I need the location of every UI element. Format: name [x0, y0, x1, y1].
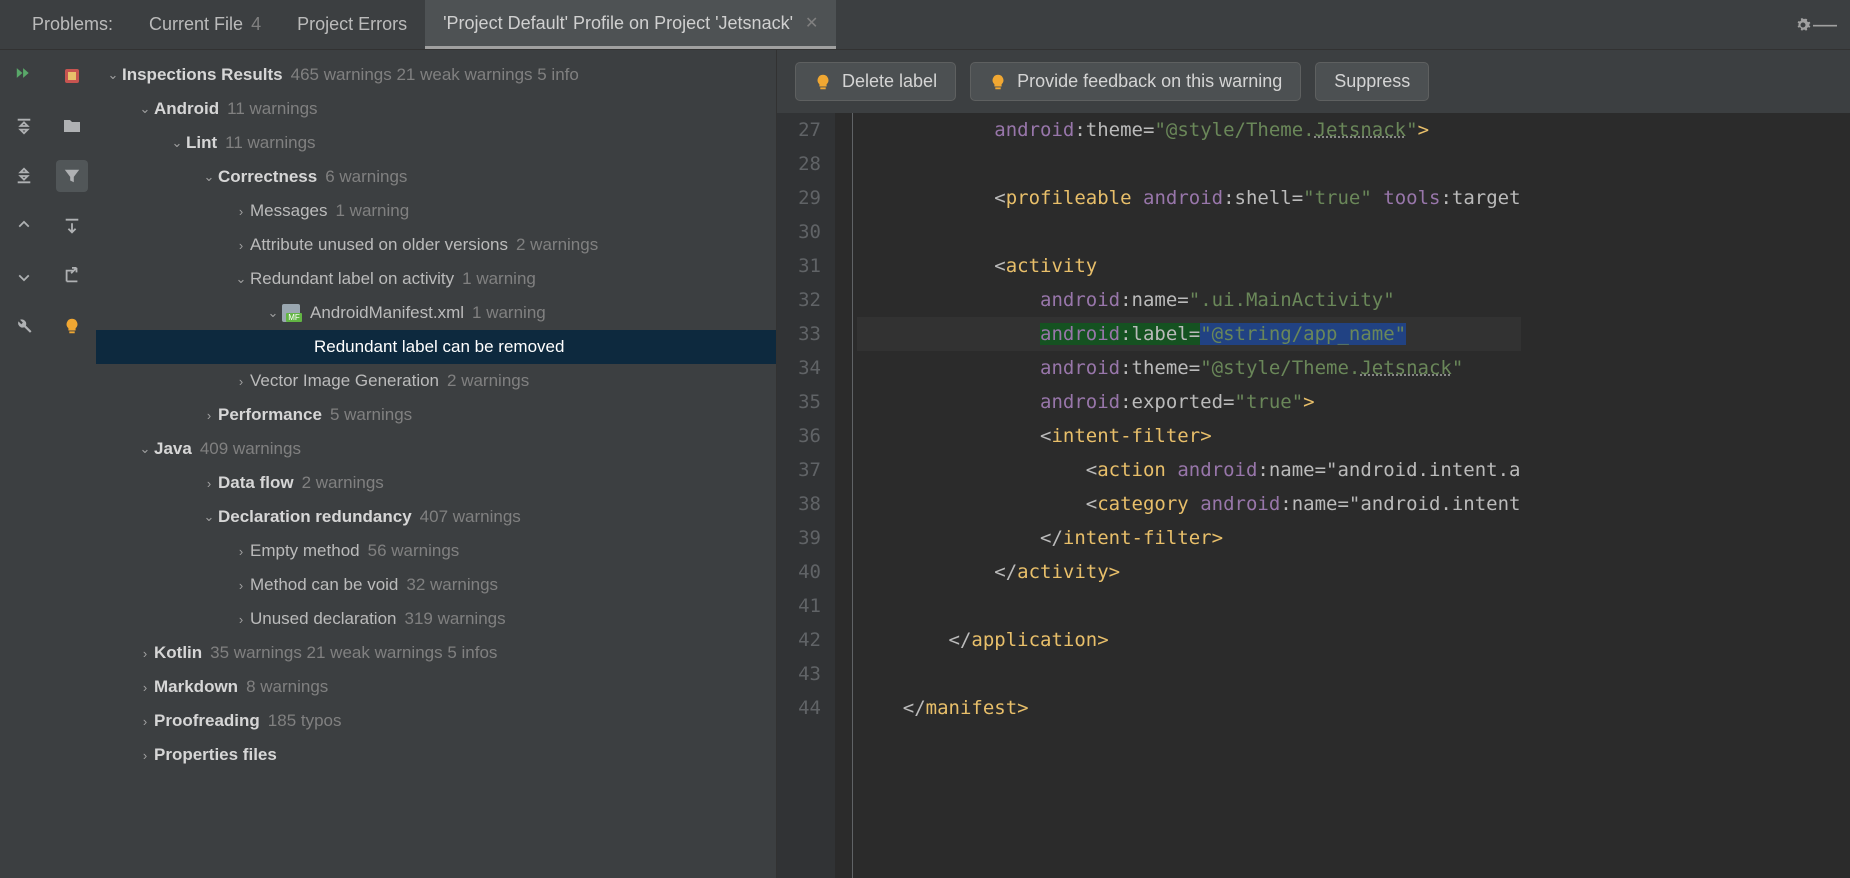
code-line[interactable]: <profileable android:shell="true" tools:… [857, 181, 1521, 215]
quickfix-actions: Delete label Provide feedback on this wa… [777, 50, 1850, 113]
toolbar-left-2 [48, 50, 96, 878]
code-line[interactable]: android:theme="@style/Theme.Jetsnack"> [857, 113, 1521, 147]
gear-icon[interactable] [1792, 14, 1814, 36]
tree-attr-unused[interactable]: › Attribute unused on older versions 2 w… [96, 228, 776, 262]
tree-root[interactable]: ⌄ Inspections Results 465 warnings 21 we… [96, 58, 776, 92]
tab-project-profile[interactable]: 'Project Default' Profile on Project 'Je… [425, 0, 836, 49]
tree-correctness[interactable]: ⌄ Correctness 6 warnings [96, 160, 776, 194]
tree-messages[interactable]: › Messages 1 warning [96, 194, 776, 228]
expand-all-icon[interactable] [8, 110, 40, 142]
code-line[interactable] [857, 147, 1521, 181]
tree-decl-redundancy[interactable]: ⌄ Declaration redundancy 407 warnings [96, 500, 776, 534]
svg-text:MF: MF [288, 313, 300, 322]
tree-empty-method[interactable]: › Empty method 56 warnings [96, 534, 776, 568]
tree-markdown[interactable]: › Markdown 8 warnings [96, 670, 776, 704]
code-line[interactable]: </intent-filter> [857, 521, 1521, 555]
tree-dataflow[interactable]: › Data flow 2 warnings [96, 466, 776, 500]
tree-lint[interactable]: ⌄ Lint 11 warnings [96, 126, 776, 160]
toolbar-left-1 [0, 50, 48, 878]
code-line[interactable]: android:theme="@style/Theme.Jetsnack" [857, 351, 1521, 385]
code-line[interactable] [857, 657, 1521, 691]
tree-java[interactable]: ⌄ Java 409 warnings [96, 432, 776, 466]
tree-method-void[interactable]: › Method can be void 32 warnings [96, 568, 776, 602]
tree-proofreading[interactable]: › Proofreading 185 typos [96, 704, 776, 738]
code-line[interactable]: android:label="@string/app_name" [857, 317, 1521, 351]
minimize-icon[interactable]: — [1814, 14, 1836, 36]
code-line[interactable]: <activity [857, 249, 1521, 283]
code-line[interactable]: <action android:name="android.intent.a [857, 453, 1521, 487]
code-line[interactable]: </application> [857, 623, 1521, 657]
line-gutter: 272829303132333435363738394041424344 [777, 113, 835, 878]
tree-properties[interactable]: › Properties files [96, 738, 776, 772]
code-line[interactable]: </manifest> [857, 691, 1521, 725]
tree-kotlin[interactable]: › Kotlin 35 warnings 21 weak warnings 5 … [96, 636, 776, 670]
delete-label-button[interactable]: Delete label [795, 62, 956, 101]
tab-current-file[interactable]: Current File 4 [131, 0, 279, 49]
tab-project-errors[interactable]: Project Errors [279, 0, 425, 49]
prev-icon[interactable] [8, 210, 40, 242]
problems-tabbar: Problems: Current File 4 Project Errors … [0, 0, 1850, 50]
tree-manifest-file[interactable]: ⌄ MF AndroidManifest.xml 1 warning [96, 296, 776, 330]
preview-panel: Delete label Provide feedback on this wa… [776, 50, 1850, 878]
collapse-all-icon[interactable] [8, 160, 40, 192]
bulb-icon [989, 73, 1007, 91]
code-line[interactable]: android:exported="true"> [857, 385, 1521, 419]
code-line[interactable]: <category android:name="android.intent [857, 487, 1521, 521]
rerun-icon[interactable] [8, 60, 40, 92]
tree-android[interactable]: ⌄ Android 11 warnings [96, 92, 776, 126]
problems-label: Problems: [14, 0, 131, 49]
code-editor[interactable]: 272829303132333435363738394041424344 and… [777, 113, 1850, 878]
code-line[interactable] [857, 589, 1521, 623]
filter-icon[interactable] [56, 160, 88, 192]
manifest-file-icon: MF [282, 304, 304, 322]
expand-down-icon[interactable] [56, 210, 88, 242]
feedback-button[interactable]: Provide feedback on this warning [970, 62, 1301, 101]
tree-redundant-label[interactable]: ⌄ Redundant label on activity 1 warning [96, 262, 776, 296]
code-line[interactable] [857, 215, 1521, 249]
wrench-icon[interactable] [8, 310, 40, 342]
next-icon[interactable] [8, 260, 40, 292]
close-icon[interactable]: ✕ [805, 13, 818, 33]
breakpoint-icon[interactable] [56, 60, 88, 92]
inspection-tree: ⌄ Inspections Results 465 warnings 21 we… [96, 50, 776, 878]
tree-performance[interactable]: › Performance 5 warnings [96, 398, 776, 432]
suppress-button[interactable]: Suppress [1315, 62, 1429, 101]
tree-vector[interactable]: › Vector Image Generation 2 warnings [96, 364, 776, 398]
code-line[interactable]: </activity> [857, 555, 1521, 589]
export-icon[interactable] [56, 260, 88, 292]
bulb-icon[interactable] [56, 310, 88, 342]
code-line[interactable]: <intent-filter> [857, 419, 1521, 453]
code-line[interactable]: android:name=".ui.MainActivity" [857, 283, 1521, 317]
folder-icon[interactable] [56, 110, 88, 142]
tree-redundant-leaf[interactable]: Redundant label can be removed [96, 330, 776, 364]
bulb-icon [814, 73, 832, 91]
tree-unused-decl[interactable]: › Unused declaration 319 warnings [96, 602, 776, 636]
